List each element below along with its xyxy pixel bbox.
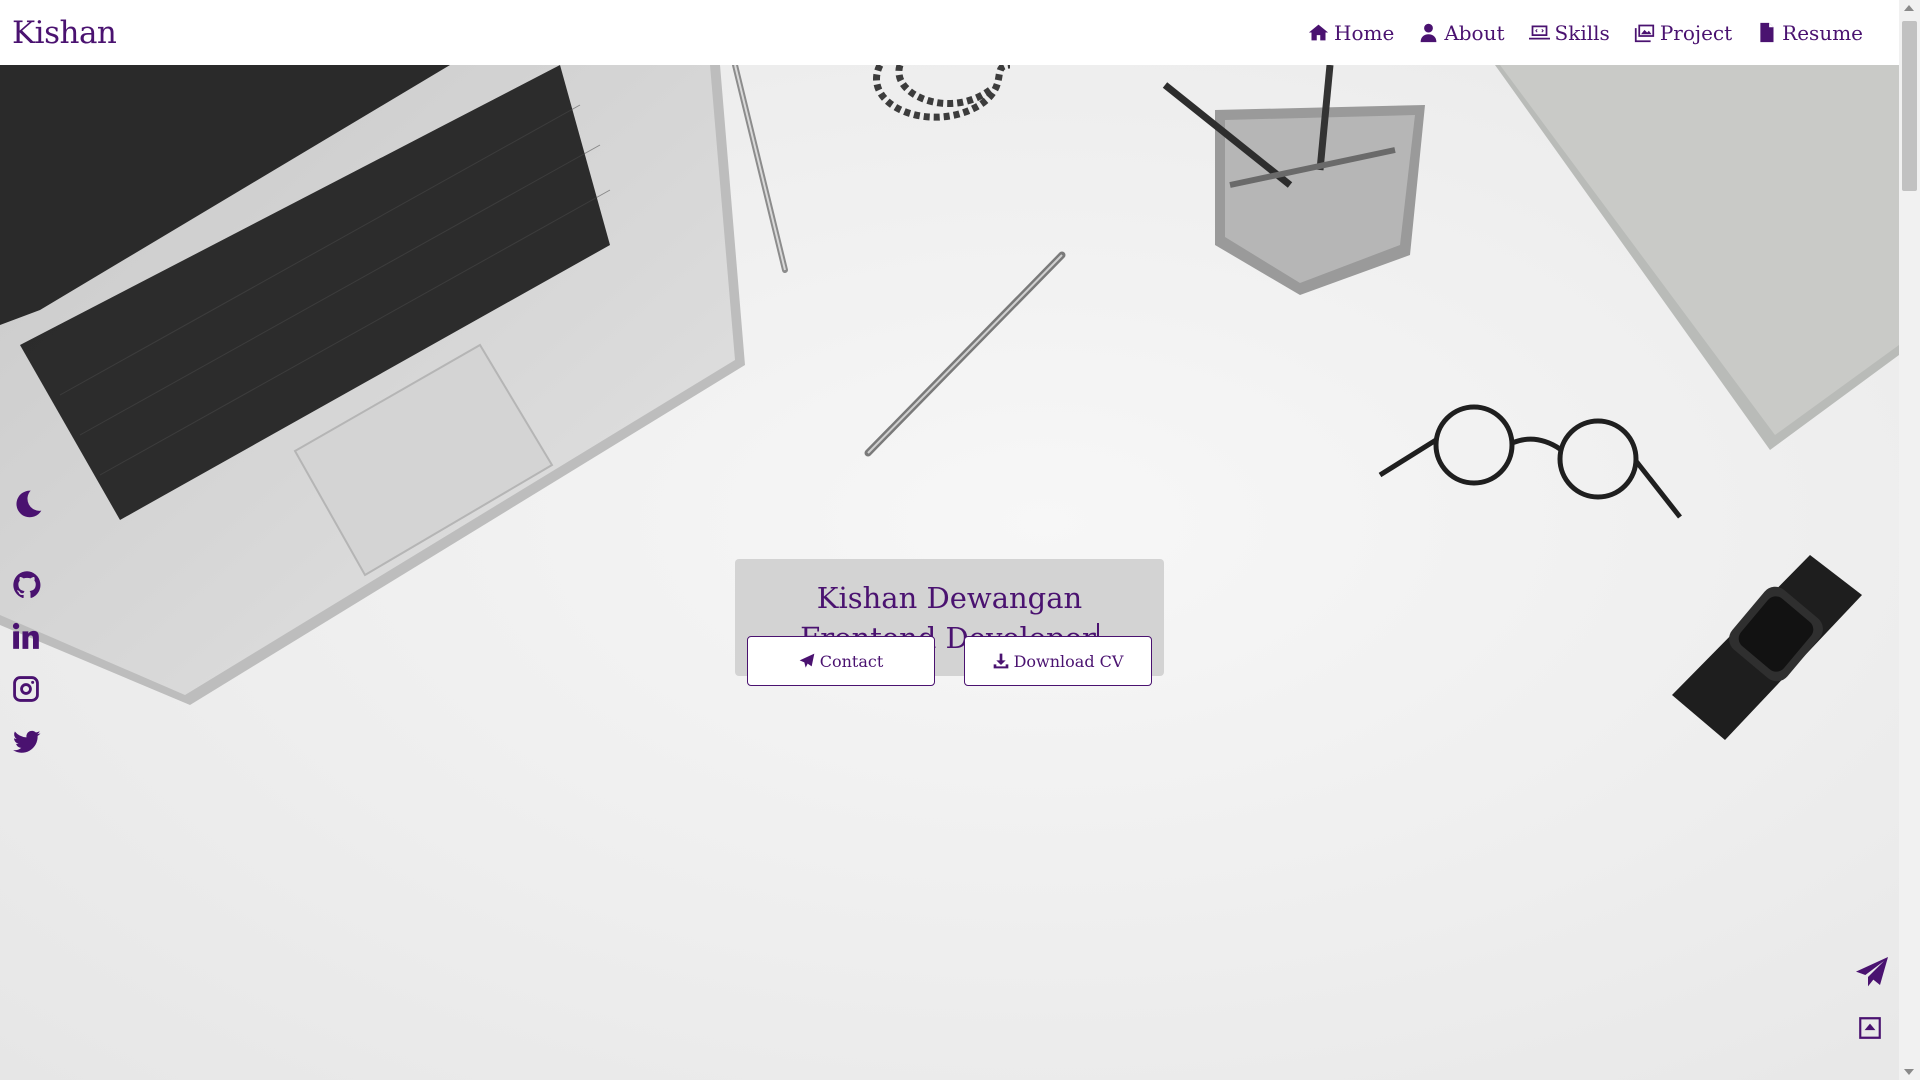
linkedin-icon (12, 622, 39, 649)
send-message-button[interactable] (1855, 957, 1889, 989)
pen-middle-illustration (864, 251, 1066, 457)
instagram-link[interactable] (12, 675, 40, 703)
paper-plane-icon (1856, 957, 1888, 987)
brand-logo[interactable]: Kishan (12, 15, 117, 51)
glasses-illustration (1378, 404, 1682, 519)
scroll-up-arrow-icon[interactable] (1904, 5, 1914, 11)
notebook-illustration (1495, 65, 1899, 450)
download-cv-button[interactable]: Download CV (964, 636, 1152, 686)
page-scrollbar[interactable] (1899, 0, 1920, 1080)
moon-icon (16, 490, 42, 518)
contact-button[interactable]: Contact (747, 636, 935, 686)
file-icon (1760, 22, 1774, 43)
twitter-link[interactable] (12, 728, 42, 756)
twitter-icon (13, 730, 41, 753)
scrollbar-thumb[interactable] (1902, 21, 1917, 191)
dark-mode-toggle[interactable] (12, 488, 44, 520)
hero-section: Kishan Dewangan Frontend Developer (0, 65, 1899, 1080)
github-link[interactable] (12, 570, 42, 600)
nav-project-label: Project (1659, 20, 1733, 45)
download-icon (993, 653, 1008, 669)
download-cv-button-label: Download CV (1013, 651, 1124, 671)
nav-skills[interactable]: Skills (1528, 20, 1610, 45)
nav-about-label: About (1444, 20, 1505, 45)
instagram-icon (13, 676, 39, 702)
laptop-code-icon (1528, 25, 1550, 40)
hero-name: Kishan Dewangan (816, 580, 1083, 615)
scroll-top-icon (1859, 1017, 1881, 1039)
nav-home-label: Home (1334, 20, 1395, 45)
navbar: Kishan Home About Skills Project Resume (0, 0, 1899, 65)
main-nav: Home About Skills Project Resume (1308, 21, 1863, 45)
nav-home[interactable]: Home (1308, 21, 1394, 45)
nav-project[interactable]: Project (1634, 21, 1732, 45)
laptop-illustration (0, 65, 745, 705)
scroll-to-top-button[interactable] (1857, 1015, 1883, 1041)
scroll-down-arrow-icon[interactable] (1904, 1069, 1914, 1075)
user-icon (1420, 23, 1437, 43)
smartwatch-illustration (1672, 555, 1862, 740)
contact-button-label: Contact (819, 651, 884, 671)
github-icon (13, 571, 41, 599)
images-icon (1634, 24, 1654, 43)
linkedin-link[interactable] (12, 622, 40, 650)
home-icon (1308, 24, 1329, 41)
nav-skills-label: Skills (1554, 20, 1610, 45)
paper-plane-icon (799, 653, 815, 668)
cable-illustration (873, 65, 1011, 121)
pen-holder-illustration (1162, 65, 1425, 295)
nav-about[interactable]: About (1418, 20, 1505, 45)
nav-resume-label: Resume (1782, 20, 1863, 45)
nav-resume[interactable]: Resume (1756, 21, 1863, 45)
pen-illustration (732, 65, 788, 273)
